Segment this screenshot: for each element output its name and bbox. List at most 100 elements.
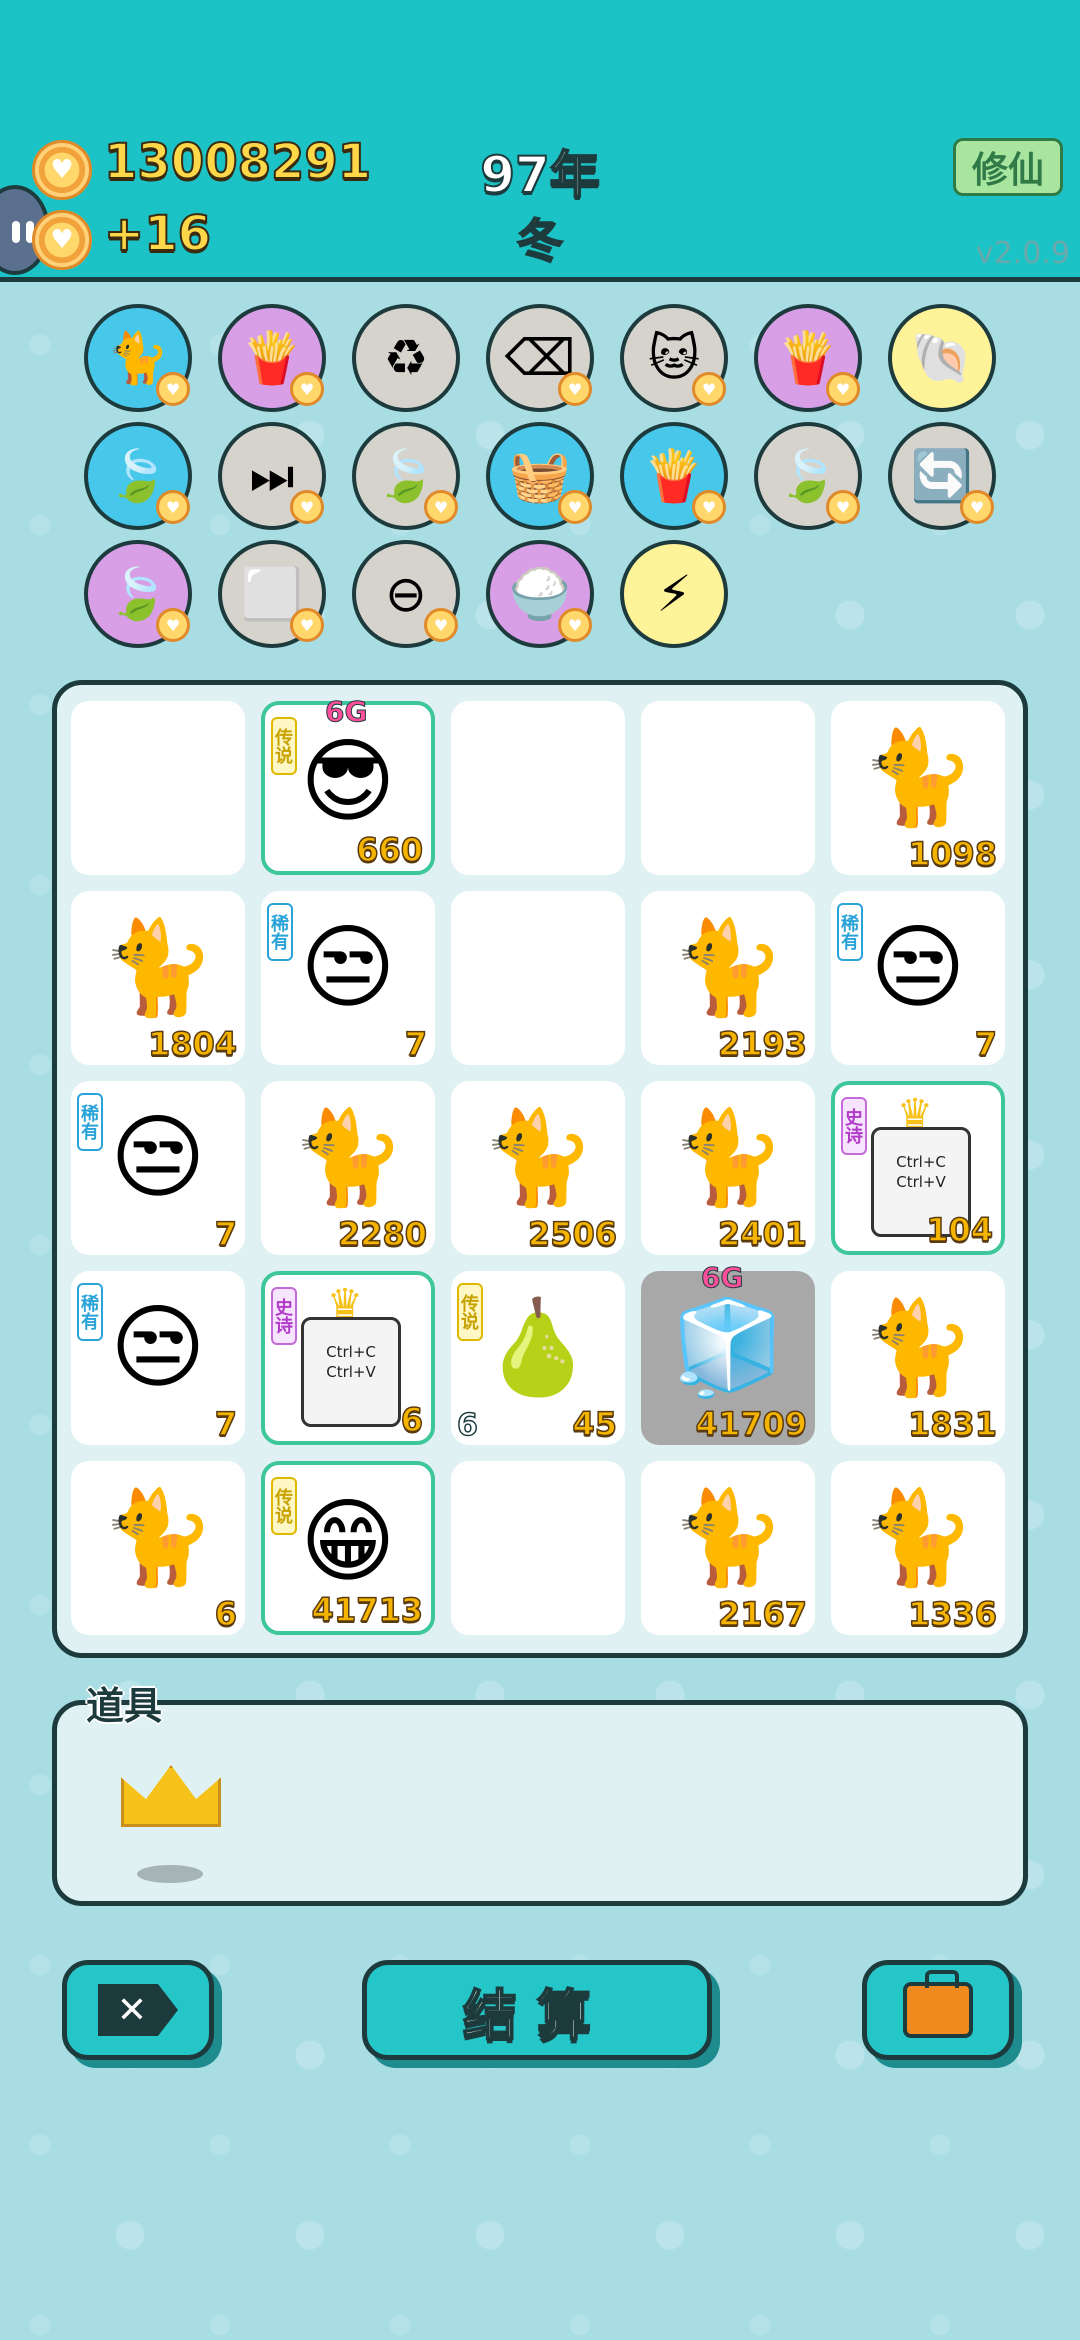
heart-badge-icon: ♥ <box>826 490 860 524</box>
crown-icon[interactable] <box>121 1765 221 1827</box>
board-cell-bucket-hat-man[interactable]: 😒 稀有 7 <box>71 1081 245 1255</box>
skill-cat-pair-icon[interactable]: 🐱 ♥ <box>620 304 728 412</box>
cell-count: 7 <box>404 1024 428 1064</box>
board-cell-bucket-hat-man[interactable]: 😒 稀有 7 <box>831 891 1005 1065</box>
board-cell-fridge[interactable]: 🧊 6G 41709 <box>641 1261 815 1445</box>
coin-icon: ♥ <box>32 140 92 200</box>
skill-minus-icon[interactable]: ⊖ ♥ <box>352 540 460 648</box>
cell-count: 2167 <box>717 1594 808 1634</box>
heart-badge-icon: ♥ <box>558 608 592 642</box>
game-board: 😎 传说 6G 660 🐈 1098 🐈 1804 😒 稀有 7 🐈 2193 😒 稀有 7 😒 稀有 7 🐈 2280… <box>52 680 1028 1658</box>
cell-count: 41713 <box>311 1590 424 1630</box>
income-coin-icon: ♥ <box>32 210 92 270</box>
board-cell-empty[interactable] <box>451 891 625 1065</box>
board-cell-cat[interactable]: 🐈 2280 <box>261 1081 435 1255</box>
skill-leaf-icon[interactable]: 🍃 ♥ <box>754 422 862 530</box>
cell-count: 2193 <box>717 1024 808 1064</box>
board-cell-cat[interactable]: 🐈 1804 <box>71 891 245 1065</box>
cat-icon: 🐈 <box>860 1484 976 1591</box>
cell-count: 45 <box>572 1404 618 1444</box>
skill-cubes-icon[interactable]: ⬜ ♥ <box>218 540 326 648</box>
heart-badge-icon: ♥ <box>424 608 458 642</box>
board-cell-grinning-man[interactable]: 😁 传说 41713 <box>261 1461 435 1635</box>
cell-count: 1804 <box>147 1024 238 1064</box>
cat-icon: 🐈 <box>100 1484 216 1591</box>
cat-icon: 🐈 <box>670 914 786 1021</box>
settle-label: 结算 <box>462 1983 611 2048</box>
board-cell-cat[interactable]: 🐈 6 <box>71 1461 245 1635</box>
skill-fries-icon[interactable]: 🍟 ♥ <box>620 422 728 530</box>
skill-delete-tag-icon[interactable]: ⌫ ♥ <box>486 304 594 412</box>
skill-lightning-icon[interactable]: ⚡ <box>620 540 728 648</box>
discard-button[interactable]: ✕ <box>62 1960 214 2060</box>
board-cell-cat[interactable]: 🐈 1831 <box>831 1271 1005 1445</box>
board-cell-empty[interactable] <box>641 701 815 875</box>
network-6g-label: 6G <box>700 1261 744 1295</box>
rarity-tag: 传说 <box>271 717 297 775</box>
skill-leaf-icon[interactable]: 🍃 ♥ <box>84 540 192 648</box>
briefcase-icon <box>903 1970 973 2038</box>
cultivate-button[interactable]: 修仙 <box>953 138 1063 196</box>
rarity-tag: 传说 <box>271 1477 297 1535</box>
crown-shadow <box>137 1865 203 1883</box>
rarity-tag: 传说 <box>457 1283 483 1341</box>
board-cell-cat[interactable]: 🐈 2167 <box>641 1461 815 1635</box>
skill-skip-icon[interactable]: ⏭ ♥ <box>218 422 326 530</box>
heart-badge-icon: ♥ <box>558 490 592 524</box>
cat-icon: 🐈 <box>290 1104 406 1211</box>
board-cell-copy-paste[interactable]: Ctrl+C Ctrl+V ♛ 史诗 6 <box>261 1271 435 1445</box>
network-6g-label: 6G <box>324 695 368 729</box>
cell-count: 6 <box>400 1400 424 1440</box>
board-cell-cat[interactable]: 🐈 2401 <box>641 1081 815 1255</box>
year-label: 97年 <box>479 145 601 205</box>
cell-count: 1336 <box>907 1594 998 1634</box>
cell-sub-count: 6 <box>456 1407 478 1444</box>
skill-recycle-icon[interactable]: ♻ <box>352 304 460 412</box>
crown-icon: ♛ <box>327 1281 363 1327</box>
rarity-tag: 稀有 <box>837 903 863 961</box>
cell-count: 6 <box>214 1594 238 1634</box>
skill-fruit-basket-icon[interactable]: 🧺 ♥ <box>486 422 594 530</box>
board-cell-crowned-man[interactable]: 😎 传说 6G 660 <box>261 695 435 875</box>
heart-badge-icon: ♥ <box>290 608 324 642</box>
settle-button[interactable]: 结算 <box>362 1960 712 2060</box>
cell-count: 1831 <box>907 1404 998 1444</box>
heart-badge-icon: ♥ <box>826 372 860 406</box>
board-cell-empty[interactable] <box>451 701 625 875</box>
rarity-tag: 史诗 <box>841 1097 867 1155</box>
copy-paste-icon: Ctrl+C Ctrl+V <box>301 1317 401 1427</box>
skill-leaf-icon[interactable]: 🍃 ♥ <box>352 422 460 530</box>
skill-refresh-icon[interactable]: 🔄 ♥ <box>888 422 996 530</box>
board-cell-bucket-hat-man[interactable]: 😒 稀有 7 <box>71 1271 245 1445</box>
heart-badge-icon: ♥ <box>156 490 190 524</box>
board-cell-pear[interactable]: 🍐 传说 6 45 <box>451 1271 625 1445</box>
rarity-tag: 稀有 <box>267 903 293 961</box>
rarity-tag: 稀有 <box>77 1283 103 1341</box>
board-cell-cat[interactable]: 🐈 2506 <box>451 1081 625 1255</box>
skill-rice-bowl-icon[interactable]: 🍚 ♥ <box>486 540 594 648</box>
version-label: v2.0.9 <box>975 236 1070 271</box>
income-rate: +16 <box>103 205 212 263</box>
board-cell-cat[interactable]: 🐈 2193 <box>641 891 815 1065</box>
board-cell-cat[interactable]: 🐈 1336 <box>831 1461 1005 1635</box>
board-cell-bucket-hat-man[interactable]: 😒 稀有 7 <box>261 891 435 1065</box>
cell-count: 7 <box>214 1404 238 1444</box>
skill-leaf-icon[interactable]: 🍃 ♥ <box>84 422 192 530</box>
cat-icon: 🐈 <box>860 724 976 831</box>
board-cell-cat[interactable]: 🐈 1098 <box>831 701 1005 875</box>
cell-count: 7 <box>974 1024 998 1064</box>
heart-badge-icon: ♥ <box>558 372 592 406</box>
coin-balance: 13008291 <box>103 133 372 191</box>
board-cell-empty[interactable] <box>451 1461 625 1635</box>
board-cell-copy-paste[interactable]: Ctrl+C Ctrl+V ♛ 史诗 104 <box>831 1081 1005 1255</box>
heart-badge-icon: ♥ <box>290 490 324 524</box>
skill-cat-silhouette-icon[interactable]: 🐈 ♥ <box>84 304 192 412</box>
board-cell-empty[interactable] <box>71 701 245 875</box>
skill-fries-icon[interactable]: 🍟 ♥ <box>754 304 862 412</box>
heart-badge-icon: ♥ <box>692 372 726 406</box>
bag-button[interactable] <box>862 1960 1014 2060</box>
cat-icon: 🐈 <box>100 914 216 1021</box>
skill-shell-icon[interactable]: 🐚 <box>888 304 996 412</box>
skill-fries-icon[interactable]: 🍟 ♥ <box>218 304 326 412</box>
heart-badge-icon: ♥ <box>424 490 458 524</box>
